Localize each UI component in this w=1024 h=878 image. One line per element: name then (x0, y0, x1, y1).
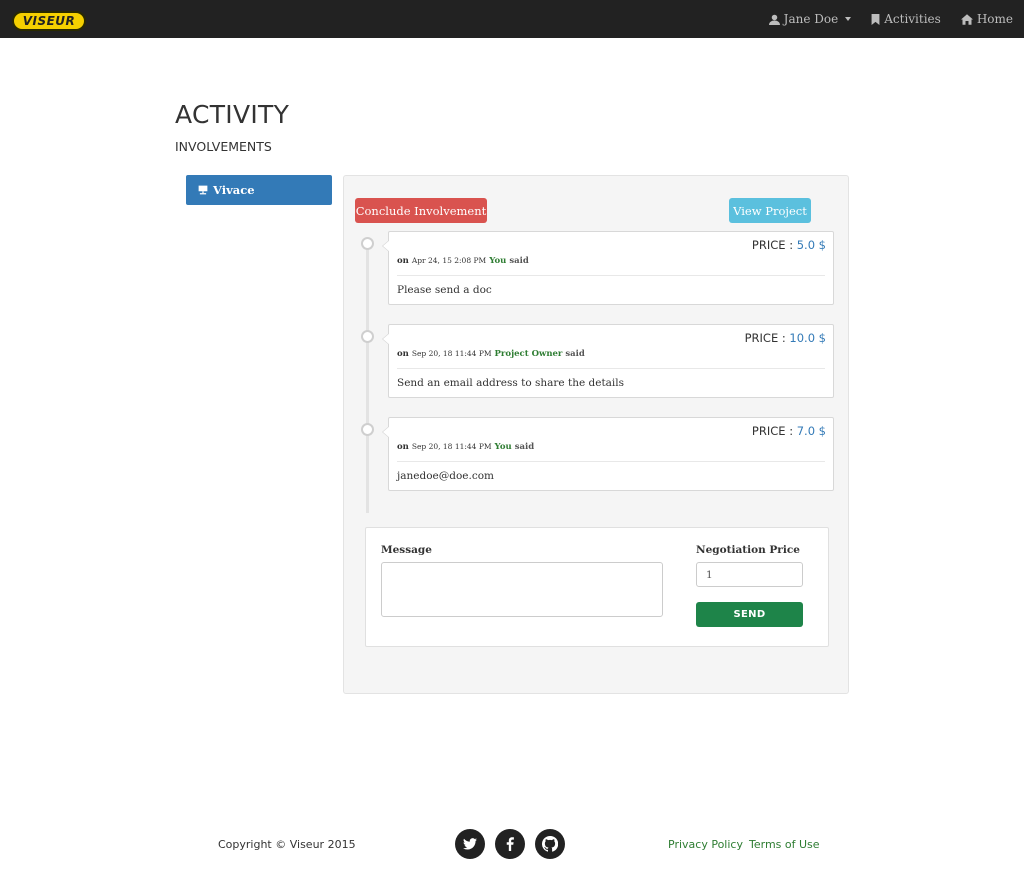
nav-activities[interactable]: Activities (871, 12, 941, 26)
user-name: Jane Doe (783, 12, 839, 26)
price-label: PRICE : (751, 238, 794, 252)
message-date: Sep 20, 18 11:44 PM (411, 442, 492, 451)
message-date: Apr 24, 15 2:08 PM (411, 256, 487, 265)
logo-text: VISEUR (22, 14, 76, 28)
github-icon (542, 836, 558, 852)
privacy-policy-link[interactable]: Privacy Policy (668, 838, 743, 851)
viseur-logo[interactable]: VISEUR (12, 11, 86, 31)
message-text: Please send a doc (397, 284, 492, 296)
nav-right: Jane Doe Activities Home (768, 0, 1013, 38)
meta-said: said (514, 442, 535, 452)
user-icon (768, 14, 780, 25)
message-author: Project Owner (494, 349, 563, 359)
section-title: INVOLVEMENTS (175, 139, 272, 154)
presentation-icon (198, 185, 208, 195)
message-author: You (489, 256, 507, 266)
negotiation-price-input[interactable] (696, 562, 803, 587)
page-title: ACTIVITY (175, 100, 290, 129)
twitter-link[interactable] (455, 829, 485, 859)
message-text: janedoe@doe.com (397, 470, 495, 482)
card-meta: on Sep 20, 18 11:44 PM Project Owner sai… (397, 349, 585, 359)
meta-said: said (565, 349, 585, 359)
message-author: You (494, 442, 512, 452)
card-divider (397, 275, 825, 276)
price-value: 5.0 $ (796, 238, 826, 252)
meta-on: on (397, 349, 409, 359)
user-menu[interactable]: Jane Doe (768, 12, 852, 26)
price-value: 7.0 $ (796, 424, 826, 438)
message-card: PRICE : 7.0 $ on Sep 20, 18 11:44 PM You… (382, 417, 834, 491)
home-icon (960, 13, 973, 25)
card-divider (397, 368, 825, 369)
message-form: Message Negotiation Price SEND (365, 527, 829, 647)
meta-said: said (509, 256, 529, 266)
terms-of-use-link[interactable]: Terms of Use (749, 838, 820, 851)
message-card: PRICE : 5.0 $ on Apr 24, 15 2:08 PM You … (382, 231, 834, 305)
send-button[interactable]: SEND (696, 602, 803, 627)
card-divider (397, 461, 825, 462)
timeline-dot (361, 237, 374, 250)
chevron-down-icon (845, 17, 852, 21)
github-link[interactable] (535, 829, 565, 859)
facebook-link[interactable] (495, 829, 525, 859)
message-card: PRICE : 10.0 $ on Sep 20, 18 11:44 PM Pr… (382, 324, 834, 398)
message-date: Sep 20, 18 11:44 PM (411, 349, 492, 358)
meta-on: on (397, 256, 409, 266)
nav-activities-label: Activities (884, 12, 941, 26)
card-meta: on Apr 24, 15 2:08 PM You said (397, 256, 529, 266)
message-textarea[interactable] (381, 562, 663, 617)
card-price: PRICE : 5.0 $ (752, 238, 826, 252)
nav-home[interactable]: Home (960, 12, 1013, 26)
facebook-icon (506, 837, 514, 851)
message-text: Send an email address to share the detai… (397, 377, 625, 389)
sidebar-item-label: Vivace (213, 183, 255, 197)
card-price: PRICE : 7.0 $ (752, 424, 826, 438)
sidebar-item-vivace[interactable]: Vivace (186, 175, 332, 205)
price-label: PRICE : (744, 331, 786, 345)
timeline-line (366, 241, 369, 513)
footer-copyright: Copyright © Viseur 2015 (218, 838, 356, 851)
timeline-dot (361, 330, 374, 343)
negotiation-price-label: Negotiation Price (696, 544, 800, 556)
message-label: Message (381, 544, 432, 556)
bookmark-icon (871, 13, 880, 25)
view-project-button[interactable]: View Project (729, 198, 811, 223)
nav-home-label: Home (976, 12, 1013, 26)
twitter-icon (463, 838, 477, 850)
meta-on: on (397, 442, 409, 452)
card-meta: on Sep 20, 18 11:44 PM You said (397, 442, 534, 452)
conclude-involvement-button[interactable]: Conclude Involvement (355, 198, 487, 223)
price-value: 10.0 $ (789, 331, 826, 345)
price-label: PRICE : (751, 424, 794, 438)
top-navbar: VISEUR Jane Doe Activities Home (0, 0, 1024, 38)
involvement-panel: Conclude Involvement View Project PRICE … (343, 175, 849, 694)
card-price: PRICE : 10.0 $ (745, 331, 826, 345)
timeline-dot (361, 423, 374, 436)
